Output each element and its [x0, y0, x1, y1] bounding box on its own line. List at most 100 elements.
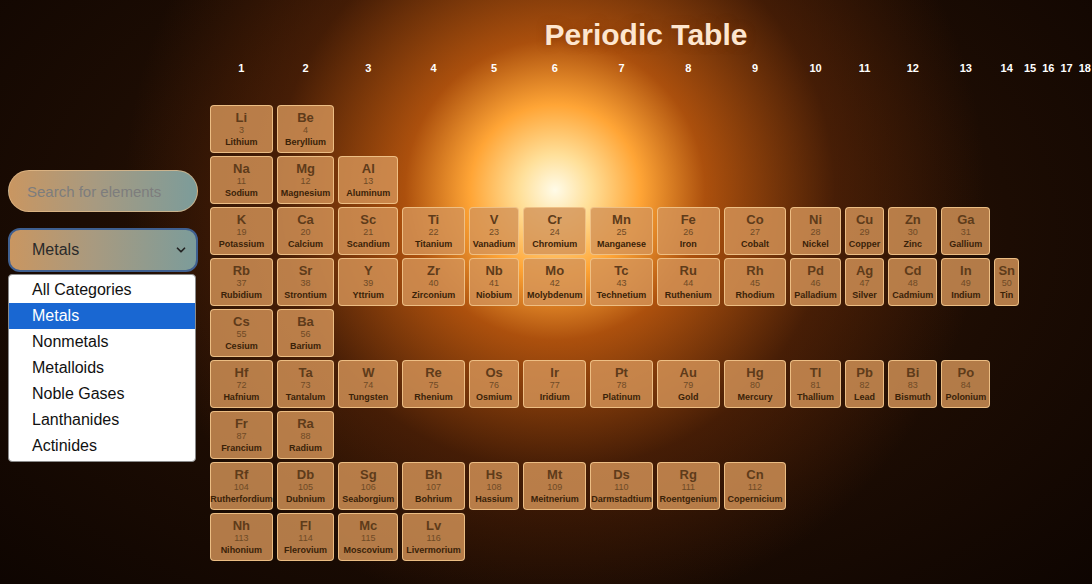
category-select[interactable]: MetalsAll CategoriesMetalsNonmetalsMetal…	[8, 228, 198, 272]
option-item[interactable]: All Categories	[9, 277, 195, 303]
atomic-number: 84	[961, 380, 971, 391]
element-name: Rubidium	[221, 289, 263, 301]
element-tile[interactable]: Ds110Darmstadtium	[590, 462, 653, 510]
element-tile[interactable]: Fe26Iron	[657, 207, 720, 255]
filter-panel: MetalsAll CategoriesMetalsNonmetalsMetal…	[0, 0, 200, 584]
atomic-number: 72	[236, 380, 246, 391]
element-symbol: Hf	[235, 365, 249, 380]
atomic-number: 74	[363, 380, 373, 391]
element-tile[interactable]: Sc21Scandium	[338, 207, 398, 255]
element-tile[interactable]: V23Vanadium	[469, 207, 520, 255]
option-item[interactable]: Lanthanides	[9, 407, 195, 433]
element-tile[interactable]: Mg12Magnesium	[277, 156, 335, 204]
element-tile[interactable]: Zr40Zirconium	[402, 258, 465, 306]
element-name: Barium	[290, 340, 321, 352]
atomic-number: 3	[239, 125, 244, 136]
element-tile[interactable]: Mc115Moscovium	[338, 513, 398, 561]
element-tile[interactable]: Db105Dubnium	[277, 462, 335, 510]
element-tile[interactable]: Cr24Chromium	[523, 207, 586, 255]
element-tile[interactable]: Rb37Rubidium	[210, 258, 273, 306]
element-tile[interactable]: Re75Rhenium	[402, 360, 465, 408]
element-tile[interactable]: Rg111Roentgenium	[657, 462, 720, 510]
element-tile[interactable]: Ag47Silver	[845, 258, 885, 306]
page-title: Periodic Table	[200, 14, 1092, 56]
element-tile[interactable]: Sn50Tin	[994, 258, 1019, 306]
element-tile[interactable]: Ba56Barium	[277, 309, 335, 357]
element-tile[interactable]: Mn25Manganese	[590, 207, 653, 255]
option-item[interactable]: Metals	[9, 303, 195, 329]
element-tile[interactable]: Sg106Seaborgium	[338, 462, 398, 510]
element-symbol: Li	[236, 110, 248, 125]
element-tile[interactable]: Os76Osmium	[469, 360, 520, 408]
search-field[interactable]	[8, 170, 198, 212]
element-tile[interactable]: Tl81Thallium	[790, 360, 841, 408]
element-tile[interactable]: Fl114Flerovium	[277, 513, 335, 561]
element-tile[interactable]: Mo42Molybdenum	[523, 258, 586, 306]
atomic-number: 28	[811, 227, 821, 238]
atomic-number: 26	[683, 227, 693, 238]
select-box[interactable]: Metals	[8, 228, 198, 272]
element-tile[interactable]: Mt109Meitnerium	[523, 462, 586, 510]
element-tile[interactable]: Ni28Nickel	[790, 207, 841, 255]
element-name: Magnesium	[281, 187, 331, 199]
element-symbol: Ti	[428, 212, 439, 227]
element-tile[interactable]: Ga31Gallium	[941, 207, 990, 255]
element-tile[interactable]: Zn30Zinc	[888, 207, 937, 255]
element-tile[interactable]: Y39Yttrium	[338, 258, 398, 306]
atomic-number: 108	[487, 482, 502, 493]
element-tile[interactable]: Lv116Livermorium	[402, 513, 465, 561]
element-tile[interactable]: Pd46Palladium	[790, 258, 841, 306]
element-tile[interactable]: Pb82Lead	[845, 360, 885, 408]
element-tile[interactable]: Li3Lithium	[210, 105, 273, 153]
atomic-number: 42	[550, 278, 560, 289]
element-tile[interactable]: Pt78Platinum	[590, 360, 653, 408]
element-tile[interactable]: Be4Beryllium	[277, 105, 335, 153]
element-tile[interactable]: Ra88Radium	[277, 411, 335, 459]
element-tile[interactable]: Fr87Francium	[210, 411, 273, 459]
element-tile[interactable]: Ta73Tantalum	[277, 360, 335, 408]
option-item[interactable]: Nonmetals	[9, 329, 195, 355]
element-tile[interactable]: K19Potassium	[210, 207, 273, 255]
element-tile[interactable]: Na11Sodium	[210, 156, 273, 204]
element-tile[interactable]: Rh45Rhodium	[724, 258, 787, 306]
option-item[interactable]: Noble Gases	[9, 381, 195, 407]
atomic-number: 88	[301, 431, 311, 442]
element-tile[interactable]: Co27Cobalt	[724, 207, 787, 255]
element-symbol: In	[960, 263, 972, 278]
atomic-number: 24	[550, 227, 560, 238]
element-tile[interactable]: Nh113Nihonium	[210, 513, 273, 561]
element-tile[interactable]: Au79Gold	[657, 360, 720, 408]
element-symbol: Os	[485, 365, 502, 380]
element-tile[interactable]: Ru44Ruthenium	[657, 258, 720, 306]
element-tile[interactable]: Rf104Rutherfordium	[210, 462, 273, 510]
element-tile[interactable]: Cs55Cesium	[210, 309, 273, 357]
element-name: Osmium	[476, 391, 512, 403]
element-tile[interactable]: Cn112Copernicium	[724, 462, 787, 510]
element-tile[interactable]: Cu29Copper	[845, 207, 885, 255]
element-tile[interactable]: Cd48Cadmium	[888, 258, 937, 306]
atomic-number: 113	[234, 533, 248, 544]
element-tile[interactable]: Bi83Bismuth	[888, 360, 937, 408]
element-tile[interactable]: Po84Polonium	[941, 360, 990, 408]
group-number: 9	[724, 60, 787, 102]
element-tile[interactable]: Bh107Bohrium	[402, 462, 465, 510]
element-tile[interactable]: Hf72Hafnium	[210, 360, 273, 408]
element-tile[interactable]: In49Indium	[941, 258, 990, 306]
element-symbol: Ba	[297, 314, 314, 329]
select-value: Metals	[32, 241, 79, 259]
atomic-number: 56	[301, 329, 311, 340]
element-tile[interactable]: Sr38Strontium	[277, 258, 335, 306]
element-tile[interactable]: Ti22Titanium	[402, 207, 465, 255]
element-tile[interactable]: Ca20Calcium	[277, 207, 335, 255]
element-tile[interactable]: Hg80Mercury	[724, 360, 787, 408]
element-tile[interactable]: Hs108Hassium	[469, 462, 520, 510]
element-name: Thallium	[797, 391, 834, 403]
element-tile[interactable]: Nb41Niobium	[469, 258, 520, 306]
element-name: Molybdenum	[527, 289, 583, 301]
option-item[interactable]: Actinides	[9, 433, 195, 459]
element-tile[interactable]: W74Tungsten	[338, 360, 398, 408]
option-item[interactable]: Metalloids	[9, 355, 195, 381]
element-tile[interactable]: Tc43Technetium	[590, 258, 653, 306]
element-tile[interactable]: Al13Aluminum	[338, 156, 398, 204]
element-tile[interactable]: Ir77Iridium	[523, 360, 586, 408]
